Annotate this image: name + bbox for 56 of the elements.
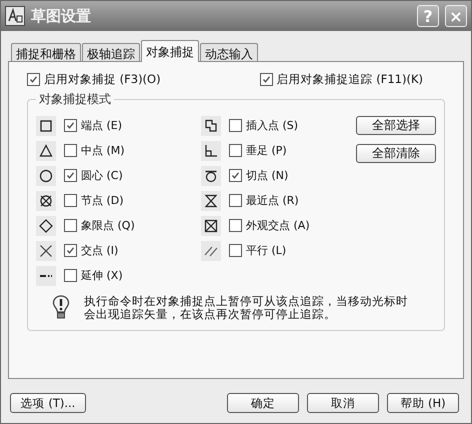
tab[interactable]: 捕捉和栅格	[11, 43, 81, 61]
parallel-icon	[201, 240, 221, 260]
node-icon	[36, 190, 56, 210]
tab[interactable]: 动态输入	[200, 43, 258, 61]
checkbox[interactable]	[229, 219, 242, 232]
cross-icon	[36, 240, 56, 260]
cancel-button[interactable]: 取消	[307, 393, 379, 413]
group-title: 对象捕捉模式	[38, 91, 112, 108]
snap-mode-label: 圆心 (C)	[81, 168, 123, 183]
checkbox[interactable]	[64, 244, 77, 257]
checkbox[interactable]	[27, 73, 40, 86]
checkbox[interactable]	[229, 244, 242, 257]
snap-mode-label: 延伸 (X)	[81, 268, 123, 283]
perpendicular-icon	[201, 140, 221, 160]
select-all-button[interactable]: 全部选择	[356, 116, 436, 135]
checkbox[interactable]	[64, 219, 77, 232]
checkbox[interactable]	[229, 144, 242, 157]
dashes-icon	[36, 266, 56, 286]
checkbox[interactable]	[64, 119, 77, 132]
snap-mode-label: 象限点 (Q)	[81, 218, 135, 233]
lightbulb-icon	[52, 295, 70, 321]
endpoint-square-icon	[36, 116, 56, 136]
tab[interactable]: 对象捕捉	[141, 40, 199, 62]
checkbox[interactable]	[260, 73, 273, 86]
checkbox[interactable]	[64, 169, 77, 182]
checkbox-label: 启用对象捕捉 (F3)(O)	[44, 72, 161, 87]
window-title: 草图设置	[31, 6, 92, 26]
checkbox-label: 启用对象捕捉追踪 (F11)(K)	[276, 72, 423, 87]
snap-mode-label: 平行 (L)	[246, 243, 286, 258]
checkbox[interactable]	[64, 144, 77, 157]
snap-mode-label: 插入点 (S)	[246, 118, 298, 133]
diamond-icon	[36, 216, 56, 236]
insertion-icon	[201, 116, 221, 136]
options-button[interactable]: 选项 (T)...	[10, 393, 86, 413]
hint-text: 执行命令时在对象捕捉点上暂停可从该点追踪，当移动光标时会出现追踪矢量，在该点再次暂停可停止追踪。	[84, 295, 409, 321]
app-icon	[5, 6, 25, 26]
ok-button[interactable]: 确定	[227, 393, 299, 413]
snap-mode-label: 交点 (I)	[81, 243, 118, 258]
help-button[interactable]: 帮助 (H)	[387, 393, 459, 413]
checkbox[interactable]	[229, 169, 242, 182]
hourglass-icon	[201, 190, 221, 210]
checkbox[interactable]	[64, 269, 77, 282]
tangent-icon	[201, 166, 221, 186]
snap-mode-label: 节点 (D)	[81, 193, 124, 208]
snap-mode-label: 切点 (N)	[246, 168, 288, 183]
tab[interactable]: 极轴追踪	[82, 43, 140, 61]
checkbox[interactable]	[229, 119, 242, 132]
clear-button[interactable]: 全部清除	[356, 144, 436, 163]
snap-mode-label: 外观交点 (A)	[246, 218, 310, 233]
snap-mode-label: 中点 (M)	[81, 143, 125, 158]
checkbox[interactable]	[229, 194, 242, 207]
checkbox[interactable]	[64, 194, 77, 207]
snap-mode-label: 最近点 (R)	[246, 193, 299, 208]
snap-mode-label: 垂足 (P)	[246, 143, 287, 158]
boxed-cross-icon	[201, 216, 221, 236]
snap-mode-label: 端点 (E)	[81, 118, 122, 133]
